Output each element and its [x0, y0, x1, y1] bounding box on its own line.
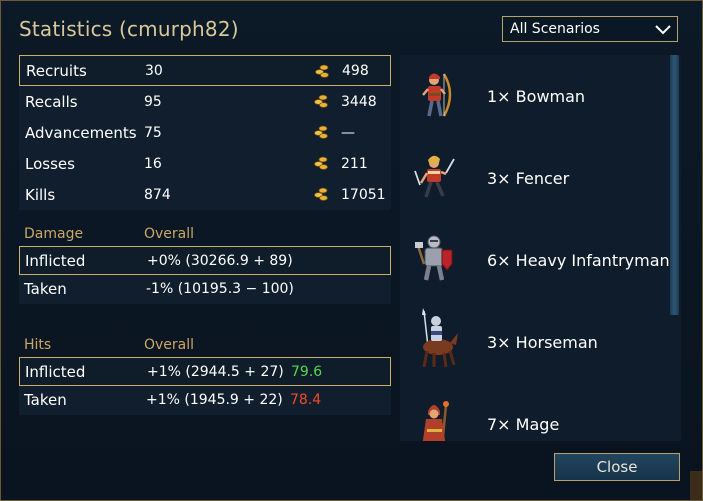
- hits-overall-header: Overall: [144, 337, 195, 353]
- hits-value: +1% (1945.9 + 22): [146, 392, 283, 408]
- unit-name: 3× Horseman: [487, 333, 598, 352]
- damage-value: -1% (10195.3 − 100): [146, 281, 294, 297]
- gold-icon: [314, 187, 328, 201]
- close-button[interactable]: Close: [554, 453, 680, 481]
- summary-label: Advancements: [25, 123, 137, 142]
- scenario-select-value: All Scenarios: [510, 21, 600, 37]
- summary-count: 30: [145, 62, 163, 79]
- stats-panel: Recruits 30 498 Recalls 95 3448 Advancem…: [19, 55, 391, 415]
- hits-section-header: Hits Overall: [19, 333, 391, 357]
- unit-name: 7× Mage: [487, 415, 560, 434]
- hits-label: Inflicted: [25, 363, 86, 381]
- hits-row-inflicted[interactable]: Inflicted +1% (2944.5 + 27) 79.6: [19, 357, 391, 386]
- hits-percent: 78.4: [290, 392, 322, 408]
- summary-label: Losses: [25, 154, 75, 173]
- gold-icon: [314, 94, 328, 108]
- summary-gold: —: [341, 124, 355, 141]
- summary-gold: 17051: [341, 186, 386, 203]
- damage-label: Taken: [24, 280, 67, 298]
- horseman-icon: [422, 308, 458, 368]
- chevron-down-icon: [655, 25, 671, 35]
- summary-table: Recruits 30 498 Recalls 95 3448 Advancem…: [19, 55, 391, 210]
- unit-row[interactable]: 7× Mage: [400, 383, 670, 441]
- scenario-select[interactable]: All Scenarios: [502, 16, 678, 42]
- summary-label: Recalls: [25, 92, 78, 111]
- summary-row-advancements[interactable]: Advancements 75 —: [19, 117, 391, 148]
- damage-row-inflicted[interactable]: Inflicted +0% (30266.9 + 89): [19, 246, 391, 275]
- hits-percent: 79.6: [291, 364, 323, 380]
- summary-gold: 211: [341, 155, 368, 172]
- fencer-icon: [414, 155, 455, 198]
- damage-header: Damage: [24, 226, 84, 242]
- summary-label: Recruits: [26, 61, 87, 80]
- damage-section-header: Damage Overall: [19, 222, 391, 246]
- damage-overall-header: Overall: [144, 226, 195, 242]
- summary-gold: 3448: [341, 93, 377, 110]
- summary-row-recruits[interactable]: Recruits 30 498: [19, 55, 391, 86]
- gold-icon: [314, 125, 328, 139]
- unit-row[interactable]: 3× Horseman: [400, 301, 670, 383]
- summary-row-recalls[interactable]: Recalls 95 3448: [19, 86, 391, 117]
- hits-label: Taken: [24, 391, 67, 409]
- gold-icon: [315, 64, 329, 78]
- summary-row-kills[interactable]: Kills 874 17051: [19, 179, 391, 210]
- unit-row[interactable]: 6× Heavy Infantryman: [400, 219, 670, 301]
- summary-count: 75: [144, 124, 162, 141]
- summary-count: 874: [144, 186, 171, 203]
- unit-name: 3× Fencer: [487, 169, 570, 188]
- heavy-infantryman-icon: [415, 235, 453, 281]
- unit-list: 1× Bowman 3× Fencer 6× Heavy Infantryman…: [400, 55, 681, 441]
- unit-row[interactable]: 3× Fencer: [400, 137, 670, 219]
- summary-gold: 498: [342, 62, 369, 79]
- bowman-icon: [422, 73, 452, 117]
- summary-row-losses[interactable]: Losses 16 211: [19, 148, 391, 179]
- unit-name: 1× Bowman: [487, 87, 586, 106]
- unit-row[interactable]: 1× Bowman: [400, 55, 670, 137]
- summary-label: Kills: [25, 185, 56, 204]
- hits-value: +1% (2944.5 + 27): [147, 364, 284, 380]
- damage-label: Inflicted: [25, 252, 86, 270]
- hits-row-taken[interactable]: Taken +1% (1945.9 + 22) 78.4: [19, 386, 391, 415]
- summary-count: 95: [144, 93, 162, 110]
- damage-row-taken[interactable]: Taken -1% (10195.3 − 100): [19, 275, 391, 304]
- damage-value: +0% (30266.9 + 89): [147, 253, 293, 269]
- gold-icon: [314, 156, 328, 170]
- unit-name: 6× Heavy Infantryman: [487, 251, 670, 270]
- mage-icon: [422, 401, 449, 441]
- dialog-title: Statistics (cmurph82): [19, 17, 239, 41]
- statistics-dialog: Statistics (cmurph82) All Scenarios Recr…: [0, 0, 703, 501]
- unit-list-scrollbar[interactable]: [670, 55, 679, 315]
- hits-header: Hits: [24, 337, 52, 353]
- summary-count: 16: [144, 155, 162, 172]
